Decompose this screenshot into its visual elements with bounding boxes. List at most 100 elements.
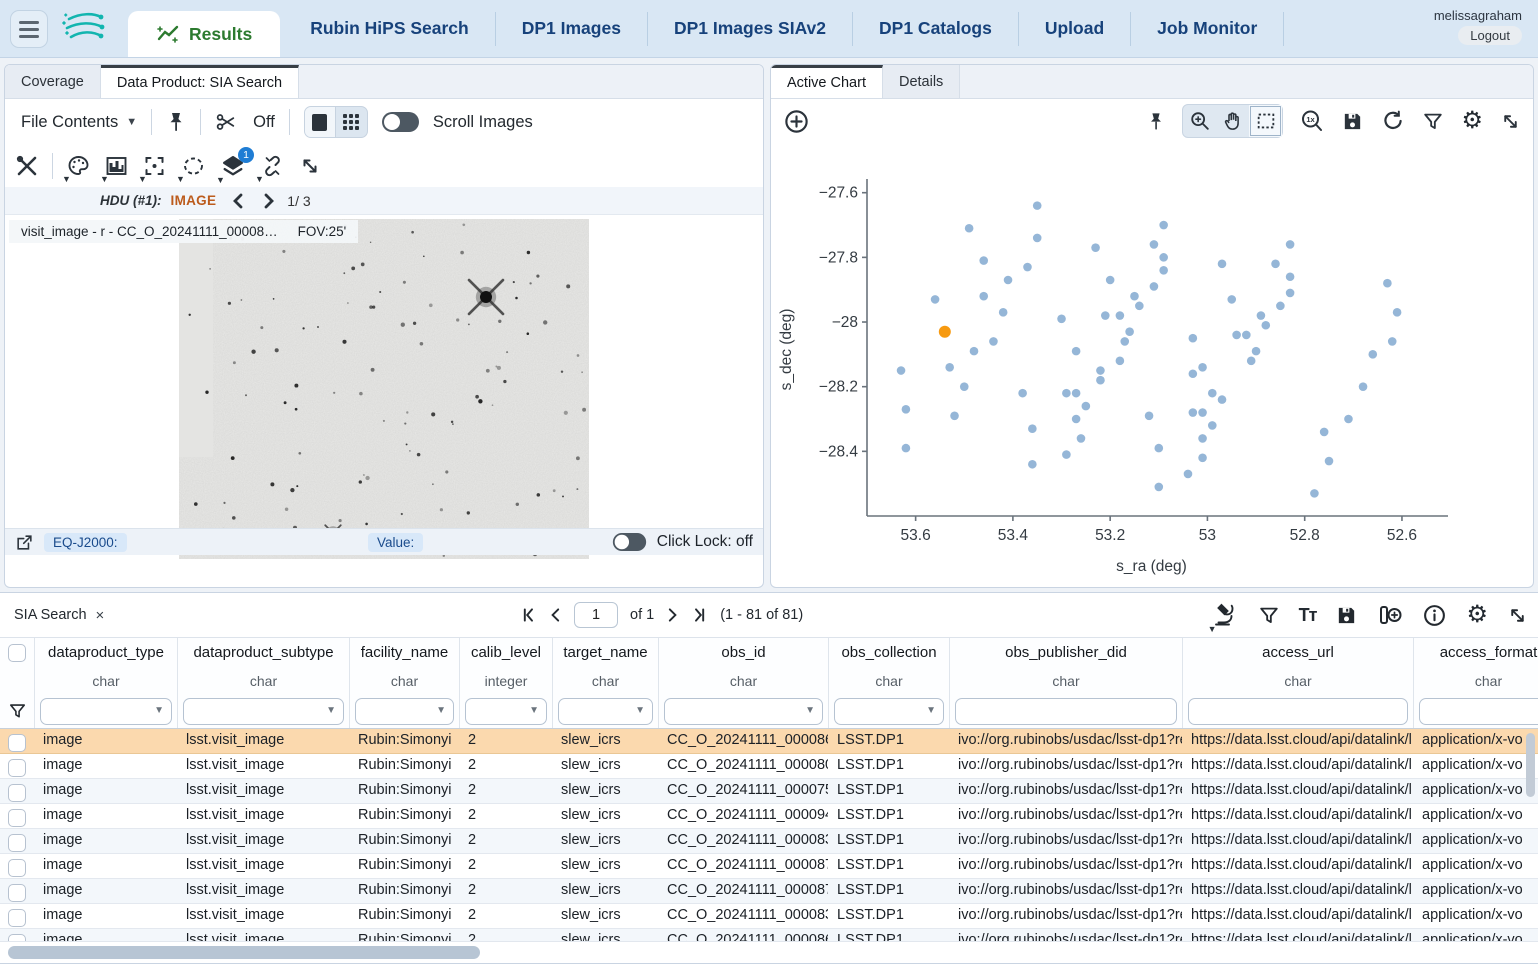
hdu-prev-button[interactable]	[231, 193, 245, 209]
column-header-obs_collection[interactable]: obs_collectionchar▼	[829, 638, 950, 728]
data-point-results[interactable]	[1189, 369, 1198, 378]
data-point-results[interactable]	[1159, 253, 1168, 262]
data-point-results[interactable]	[1286, 289, 1295, 298]
data-point-results[interactable]	[1320, 428, 1329, 437]
data-point-results[interactable]	[1257, 311, 1266, 320]
data-point-results[interactable]	[1189, 408, 1198, 417]
tab-coverage[interactable]: Coverage	[5, 65, 101, 98]
column-header-obs_publisher_did[interactable]: obs_publisher_didchar	[950, 638, 1183, 728]
page-number-input[interactable]	[574, 602, 618, 628]
data-explorer-button[interactable]: ▼	[1212, 602, 1239, 628]
filter-select-calib_level[interactable]: ▼	[465, 698, 547, 725]
data-point-results[interactable]	[1232, 331, 1241, 340]
table-row[interactable]: imagelsst.visit_imageRubin:Simonyi2slew_…	[0, 904, 1538, 929]
data-point-results[interactable]	[1227, 295, 1236, 304]
filter-select-dataproduct_type[interactable]: ▼	[40, 698, 172, 725]
tab-results[interactable]: Results	[128, 11, 280, 57]
data-point-results[interactable]	[1072, 347, 1081, 356]
filter-input-access_url[interactable]	[1188, 698, 1408, 725]
table-row[interactable]: imagelsst.visit_imageRubin:Simonyi2slew_…	[0, 854, 1538, 879]
grid-view-button[interactable]	[336, 107, 367, 137]
logout-button[interactable]: Logout	[1458, 26, 1522, 45]
data-point-results[interactable]	[1159, 266, 1168, 275]
data-point-results[interactable]	[970, 347, 979, 356]
data-point-results[interactable]	[1028, 424, 1037, 433]
data-point-results[interactable]	[1145, 411, 1154, 420]
data-point-results[interactable]	[1033, 234, 1042, 243]
data-point-results[interactable]	[1057, 314, 1066, 323]
data-point-results[interactable]	[1096, 366, 1105, 375]
tab-data-product-sia-search[interactable]: Data Product: SIA Search	[101, 65, 299, 98]
data-point-results[interactable]	[1208, 421, 1217, 430]
table-row[interactable]: imagelsst.visit_imageRubin:Simonyi2slew_…	[0, 804, 1538, 829]
tab-dp1-images[interactable]: DP1 Images	[496, 12, 648, 46]
text-view-button[interactable]: Tт	[1299, 605, 1317, 626]
expand-chart-button[interactable]	[1500, 111, 1521, 132]
tab-active-chart[interactable]: Active Chart	[771, 65, 883, 98]
filter-table-button[interactable]	[1258, 604, 1280, 627]
pan-mode-button[interactable]	[1216, 105, 1249, 137]
recenter-button[interactable]: ▼	[142, 154, 167, 178]
stretch-histogram-button[interactable]: ▼	[104, 154, 129, 178]
data-point-results[interactable]	[1252, 347, 1261, 356]
zoom-mode-button[interactable]	[1183, 105, 1216, 137]
column-header-dataproduct_type[interactable]: dataproduct_typechar▼	[35, 638, 178, 728]
filter-input-access_format[interactable]	[1419, 698, 1538, 725]
table-settings-button[interactable]: ⚙	[1466, 603, 1488, 627]
data-point-results[interactable]	[1091, 243, 1100, 252]
data-point-results[interactable]	[1062, 389, 1071, 398]
filter-select-dataproduct_subtype[interactable]: ▼	[183, 698, 344, 725]
data-point-results[interactable]	[1154, 444, 1163, 453]
tab-dp1-images-siav2[interactable]: DP1 Images SIAv2	[648, 12, 853, 46]
pin-chart-button[interactable]	[1147, 111, 1165, 132]
data-point-results[interactable]	[965, 224, 974, 233]
data-point-results[interactable]	[1276, 302, 1285, 311]
save-table-button[interactable]	[1335, 604, 1358, 627]
popout-readout-button[interactable]	[15, 533, 34, 552]
tab-upload[interactable]: Upload	[1019, 12, 1131, 46]
zoom-original-button[interactable]: 1x	[1300, 109, 1324, 133]
data-point-results[interactable]	[1388, 337, 1397, 346]
file-contents-dropdown[interactable]: File Contents ▼	[21, 113, 137, 132]
column-header-target_name[interactable]: target_namechar▼	[553, 638, 659, 728]
data-point-results[interactable]	[1004, 276, 1013, 285]
row-checkbox[interactable]	[8, 784, 26, 802]
data-point-results[interactable]	[1096, 376, 1105, 385]
data-point-results[interactable]	[1286, 272, 1295, 281]
row-checkbox[interactable]	[8, 859, 26, 877]
hdu-next-button[interactable]	[262, 193, 276, 209]
click-lock-toggle[interactable]	[613, 533, 646, 551]
data-point-results[interactable]	[1368, 350, 1377, 359]
data-point-results[interactable]	[1101, 311, 1110, 320]
scatter-chart[interactable]: 53.653.453.25352.852.6−27.6−27.8−28−28.2…	[771, 143, 1533, 588]
data-point-results[interactable]	[1271, 260, 1280, 269]
row-checkbox[interactable]	[8, 909, 26, 927]
data-point-results[interactable]	[950, 411, 959, 420]
data-point-results[interactable]	[1072, 389, 1081, 398]
data-point-results[interactable]	[1218, 260, 1227, 269]
data-point-results[interactable]	[1198, 408, 1207, 417]
data-point-results[interactable]	[902, 405, 911, 414]
filter-select-obs_collection[interactable]: ▼	[834, 698, 944, 725]
last-page-button[interactable]	[692, 607, 708, 623]
data-point-results[interactable]	[1286, 240, 1295, 249]
data-point-selected[interactable]	[939, 326, 951, 338]
data-point-results[interactable]	[902, 444, 911, 453]
hamburger-menu-button[interactable]	[10, 10, 48, 48]
data-point-results[interactable]	[1062, 450, 1071, 459]
column-header-calib_level[interactable]: calib_levelinteger▼	[460, 638, 553, 728]
data-point-results[interactable]	[1198, 454, 1207, 463]
data-point-results[interactable]	[1198, 434, 1207, 443]
data-point-results[interactable]	[1189, 334, 1198, 343]
layers-button[interactable]: 1 ▼	[220, 154, 246, 179]
expand-table-button[interactable]	[1507, 605, 1528, 626]
column-header-dataproduct_subtype[interactable]: dataproduct_subtypechar▼	[178, 638, 350, 728]
filter-select-obs_id[interactable]: ▼	[664, 698, 823, 725]
data-point-results[interactable]	[945, 363, 954, 372]
filter-chart-button[interactable]	[1422, 110, 1444, 133]
data-point-results[interactable]	[979, 292, 988, 301]
data-point-results[interactable]	[1261, 321, 1270, 330]
row-checkbox[interactable]	[8, 834, 26, 852]
select-all-checkbox[interactable]	[8, 644, 26, 662]
row-checkbox[interactable]	[8, 759, 26, 777]
